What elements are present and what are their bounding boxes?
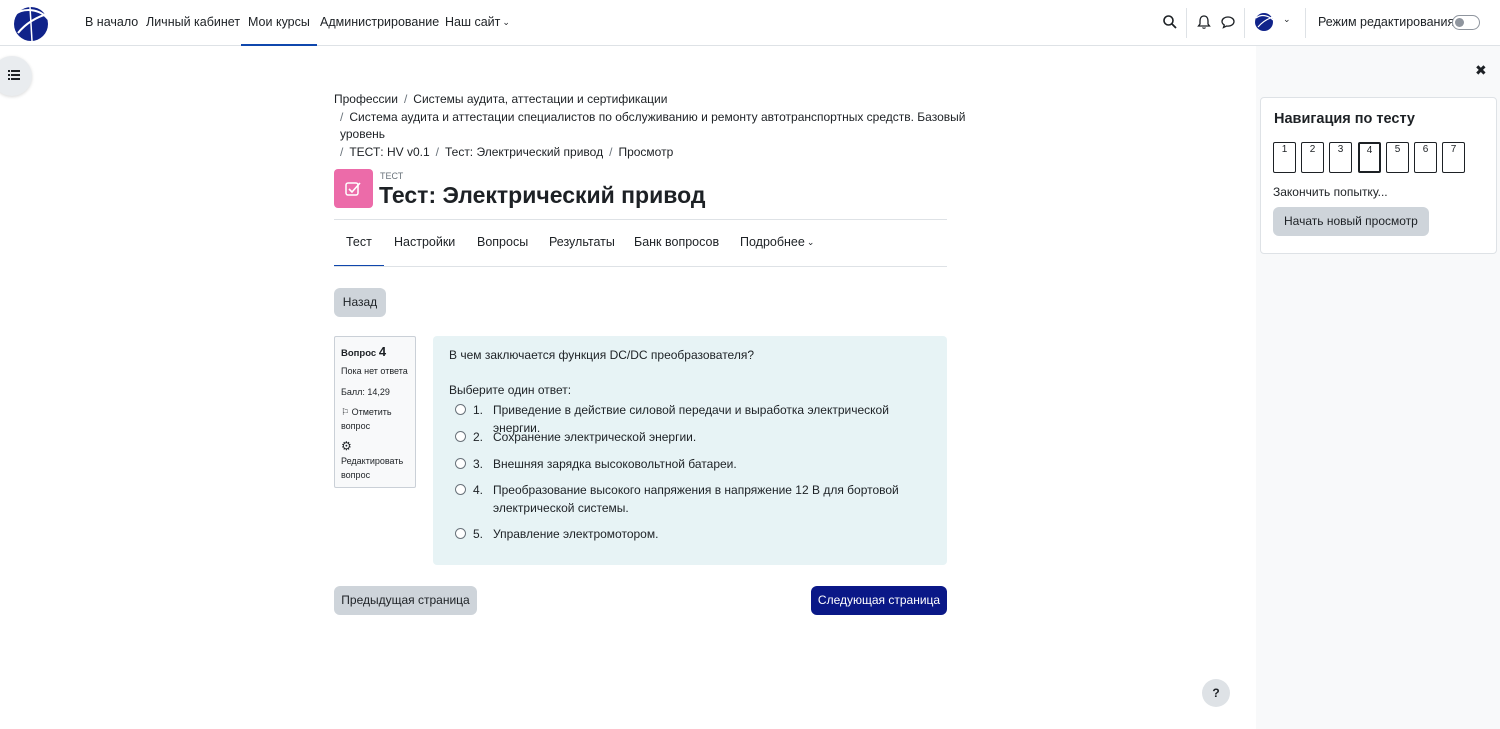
flag-question-line1: Отметить xyxy=(351,407,392,417)
back-button[interactable]: Назад xyxy=(334,288,386,317)
chevron-down-icon: ⌄ xyxy=(502,17,510,27)
breadcrumb-course-line: / Система аудита и аттестации специалисто… xyxy=(340,110,965,124)
question-state: Пока нет ответа xyxy=(341,366,408,376)
question-grade: Балл: 14,29 xyxy=(341,387,390,397)
breadcrumb-course-line-2: уровень xyxy=(340,127,385,141)
answer-radio[interactable] xyxy=(455,484,466,495)
quiz-nav-question-3[interactable]: 3 xyxy=(1329,142,1352,173)
breadcrumb: Профессии / Системы аудита, аттестации и с… xyxy=(334,92,667,106)
page-title: Тест: Электрический привод xyxy=(379,182,706,208)
edit-mode-toggle[interactable] xyxy=(1452,15,1480,30)
gear-icon: ⚙ xyxy=(341,439,352,453)
edit-question-line1: Редактировать xyxy=(341,456,404,466)
help-button[interactable]: ? xyxy=(1202,679,1230,707)
breadcrumb-professions[interactable]: Профессии xyxy=(334,92,398,106)
nav-our-site-label: Наш сайт xyxy=(445,15,501,29)
nav-my-courses[interactable]: Мои курсы xyxy=(241,0,317,46)
flag-question-link[interactable]: ⚐ Отметить вопрос xyxy=(341,405,392,433)
breadcrumb-course-cont[interactable]: уровень xyxy=(340,127,385,141)
activity-type: ТЕСТ xyxy=(380,171,404,181)
answer-text: Преобразование высокого напряжения в нап… xyxy=(493,483,899,515)
quiz-navigation-title: Навигация по тесту xyxy=(1274,111,1415,127)
edit-question-line2: вопрос xyxy=(341,470,371,480)
breadcrumb-test-hv[interactable]: ТЕСТ: HV v0.1 xyxy=(349,145,429,159)
search-icon[interactable] xyxy=(1162,14,1178,30)
close-icon[interactable]: ✖ xyxy=(1475,62,1487,79)
bell-icon[interactable] xyxy=(1196,14,1212,30)
question-content: В чем заключается функция DC/DC преобраз… xyxy=(433,336,947,565)
answer-text: Сохранение электрической энергии. xyxy=(493,430,697,444)
tabs-divider xyxy=(334,266,947,267)
finish-attempt-link[interactable]: Закончить попытку... xyxy=(1273,185,1388,199)
quiz-nav-question-1[interactable]: 1 xyxy=(1273,142,1296,173)
nav-dashboard[interactable]: Личный кабинет xyxy=(146,0,240,46)
edit-mode-label: Режим редактирования xyxy=(1318,15,1455,29)
flag-question-line2: вопрос xyxy=(341,421,371,431)
breadcrumb-current: Просмотр xyxy=(618,145,674,159)
quiz-nav-question-6[interactable]: 6 xyxy=(1414,142,1437,173)
tab-results[interactable]: Результаты xyxy=(549,220,615,267)
answer-number: 3. xyxy=(473,457,484,471)
chevron-down-icon: ⌄ xyxy=(806,237,815,247)
question-info: Вопрос 4 Пока нет ответа Балл: 14,29 ⚐ О… xyxy=(334,336,416,488)
question-label: Вопрос xyxy=(341,348,377,359)
navbar-divider xyxy=(1244,8,1245,38)
question-number: Вопрос 4 xyxy=(341,344,386,359)
previous-page-button[interactable]: Предыдущая страница xyxy=(334,586,477,615)
answer-text: Внешняя зарядка высоковольтной батареи. xyxy=(493,457,737,471)
checkbox-edit-icon xyxy=(345,182,361,196)
site-logo-icon[interactable] xyxy=(10,3,52,43)
user-avatar-icon[interactable] xyxy=(1254,12,1274,32)
breadcrumb-separator: / xyxy=(435,145,439,159)
question-number-value: 4 xyxy=(378,344,387,359)
breadcrumb-tail: / ТЕСТ: HV v0.1 / Тест: Электрический приво… xyxy=(340,145,673,159)
quiz-nav-question-5[interactable]: 5 xyxy=(1386,142,1409,173)
tab-quiz[interactable]: Тест xyxy=(334,220,384,267)
question-text: В чем заключается функция DC/DC преобраз… xyxy=(449,348,755,362)
top-navbar: В начало Личный кабинет Мои курсы Админи… xyxy=(0,0,1500,46)
tab-settings[interactable]: Настройки xyxy=(394,220,455,267)
navbar-divider xyxy=(1305,8,1306,38)
breadcrumb-separator: / xyxy=(609,145,613,159)
quiz-navigation-block: Навигация по тесту 1 2 3 4 5 6 7 Закончи… xyxy=(1260,97,1497,254)
breadcrumb-audit-systems[interactable]: Системы аудита, аттестации и сертификаци… xyxy=(413,92,667,106)
tab-questions[interactable]: Вопросы xyxy=(477,220,528,267)
breadcrumb-separator: / xyxy=(340,145,344,159)
answer-radio[interactable] xyxy=(455,431,466,442)
quiz-nav-question-7[interactable]: 7 xyxy=(1442,142,1465,173)
course-index-toggle[interactable] xyxy=(0,56,32,96)
quiz-activity-icon xyxy=(334,169,373,208)
quiz-nav-question-2[interactable]: 2 xyxy=(1301,142,1324,173)
answer-radio[interactable] xyxy=(455,404,466,415)
answer-number: 4. xyxy=(473,483,484,497)
quiz-nav-question-4[interactable]: 4 xyxy=(1358,142,1381,173)
answer-number: 5. xyxy=(473,527,484,541)
chat-icon[interactable] xyxy=(1220,14,1236,30)
answer-text: Управление электромотором. xyxy=(493,527,659,541)
flag-icon: ⚐ xyxy=(341,407,350,417)
tab-question-bank[interactable]: Банк вопросов xyxy=(634,220,719,267)
nav-our-site[interactable]: Наш сайт ⌄ xyxy=(445,0,510,46)
answer-number: 1. xyxy=(473,403,484,417)
answer-prompt: Выберите один ответ: xyxy=(449,383,572,397)
breadcrumb-quiz[interactable]: Тест: Электрический привод xyxy=(445,145,603,159)
nav-home[interactable]: В начало xyxy=(85,0,138,46)
answer-radio[interactable] xyxy=(455,458,466,469)
edit-question-link[interactable]: ⚙ Редактировать вопрос xyxy=(341,439,403,482)
answer-radio[interactable] xyxy=(455,528,466,539)
navbar-divider xyxy=(1186,8,1187,38)
chevron-down-icon[interactable]: ⌄ xyxy=(1283,14,1291,25)
new-preview-button[interactable]: Начать новый просмотр xyxy=(1273,207,1429,236)
next-page-button[interactable]: Следующая страница xyxy=(811,586,947,615)
nav-administration[interactable]: Администрирование xyxy=(320,0,439,46)
breadcrumb-course[interactable]: Система аудита и аттестации специалистов… xyxy=(349,110,965,124)
tab-more-label: Подробнее xyxy=(740,235,805,249)
answer-number: 2. xyxy=(473,430,484,444)
breadcrumb-separator: / xyxy=(403,92,408,106)
list-icon xyxy=(8,70,20,80)
tab-more[interactable]: Подробнее ⌄ xyxy=(740,220,814,267)
breadcrumb-separator: / xyxy=(340,110,344,124)
